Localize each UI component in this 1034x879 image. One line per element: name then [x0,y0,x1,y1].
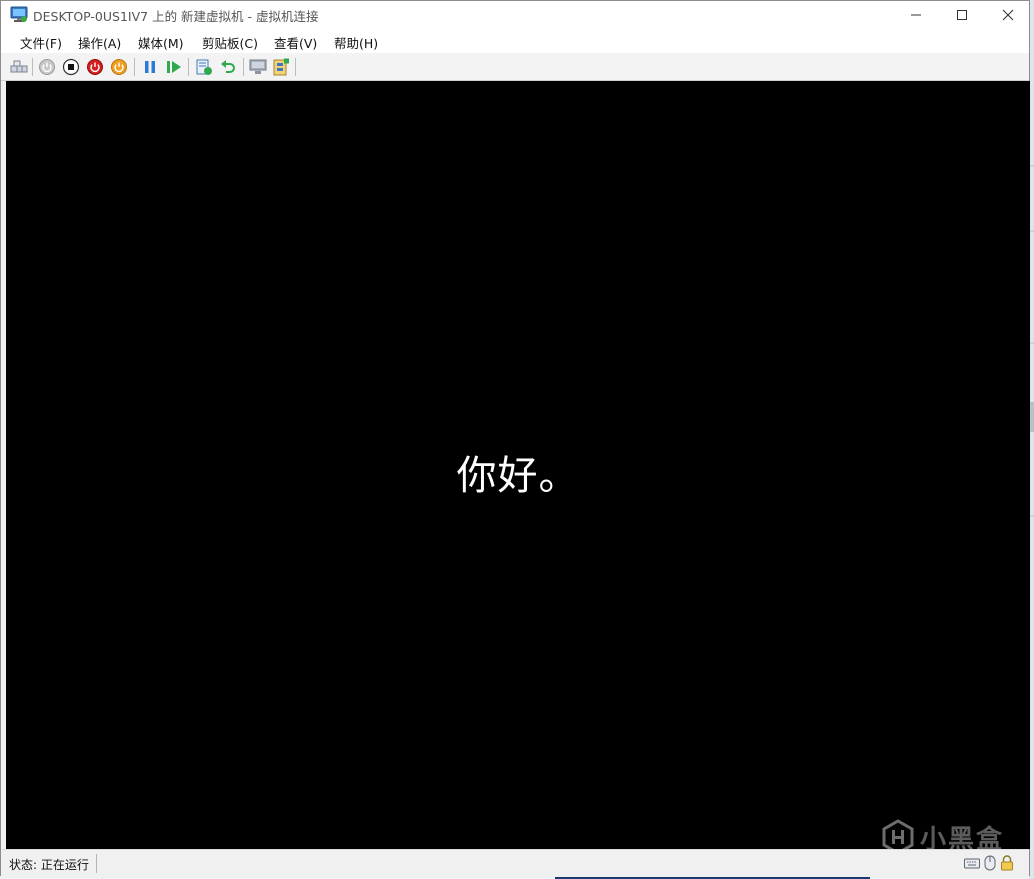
checkpoint-button[interactable] [195,58,213,76]
ctrl-alt-del-button[interactable] [10,58,28,76]
menu-bar: 文件(F) 操作(A) 媒体(M) 剪贴板(C) 查看(V) 帮助(H) [1,29,1029,53]
toolbar-separator [188,58,189,76]
menu-media[interactable]: 媒体(M) [138,33,184,52]
maximize-button[interactable] [939,1,985,29]
menu-clipboard[interactable]: 剪贴板(C) [202,33,258,52]
close-button[interactable] [985,1,1031,29]
revert-button[interactable] [219,58,237,76]
share-icon [273,58,289,76]
menu-action[interactable]: 操作(A) [78,33,121,52]
status-bar: 状态: 正在运行 [1,849,1029,877]
shut-down-button[interactable] [86,58,104,76]
turn-off-icon [62,58,80,76]
close-icon [1002,9,1014,21]
window-title: DESKTOP-0US1IV7 上的 新建虚拟机 - 虚拟机连接 [33,9,319,24]
share-button[interactable] [272,58,290,76]
toolbar [1,53,1029,81]
vm-connection-window: DESKTOP-0US1IV7 上的 新建虚拟机 - 虚拟机连接 文件(F) 操… [0,0,1030,877]
resume-icon [167,61,181,73]
enhanced-session-icon [249,59,267,74]
minimize-icon [911,14,921,16]
vm-monitor-icon [10,6,28,23]
greeting-text: 你好。 [456,453,580,499]
checkpoint-icon [196,59,212,75]
turn-off-button[interactable] [62,58,80,76]
toolbar-separator [134,58,135,76]
save-state-button[interactable] [110,58,128,76]
lock-icon [1000,855,1014,871]
maximize-icon [957,10,967,20]
vm-display[interactable]: 你好。 小黑盒 [6,81,1030,855]
toolbar-separator [295,58,296,76]
start-icon [39,59,55,75]
status-text: 状态: 正在运行 [9,858,89,872]
revert-icon [221,60,235,73]
pause-button[interactable] [141,58,159,76]
shut-down-icon [87,59,103,75]
menu-help[interactable]: 帮助(H) [334,33,378,52]
title-bar[interactable]: DESKTOP-0US1IV7 上的 新建虚拟机 - 虚拟机连接 [1,1,1029,29]
toolbar-separator [243,58,244,76]
keyboard-icon [964,855,980,871]
minimize-button[interactable] [893,1,939,29]
menu-file[interactable]: 文件(F) [20,33,62,52]
save-state-icon [111,59,127,75]
mouse-icon [984,855,996,871]
enhanced-session-button[interactable] [249,58,267,76]
resume-button[interactable] [165,58,183,76]
status-separator [96,854,97,873]
ctrl-alt-del-icon [10,60,28,73]
menu-view[interactable]: 查看(V) [274,33,317,52]
toolbar-separator [32,58,33,76]
pause-icon [145,61,155,73]
start-button[interactable] [38,58,56,76]
